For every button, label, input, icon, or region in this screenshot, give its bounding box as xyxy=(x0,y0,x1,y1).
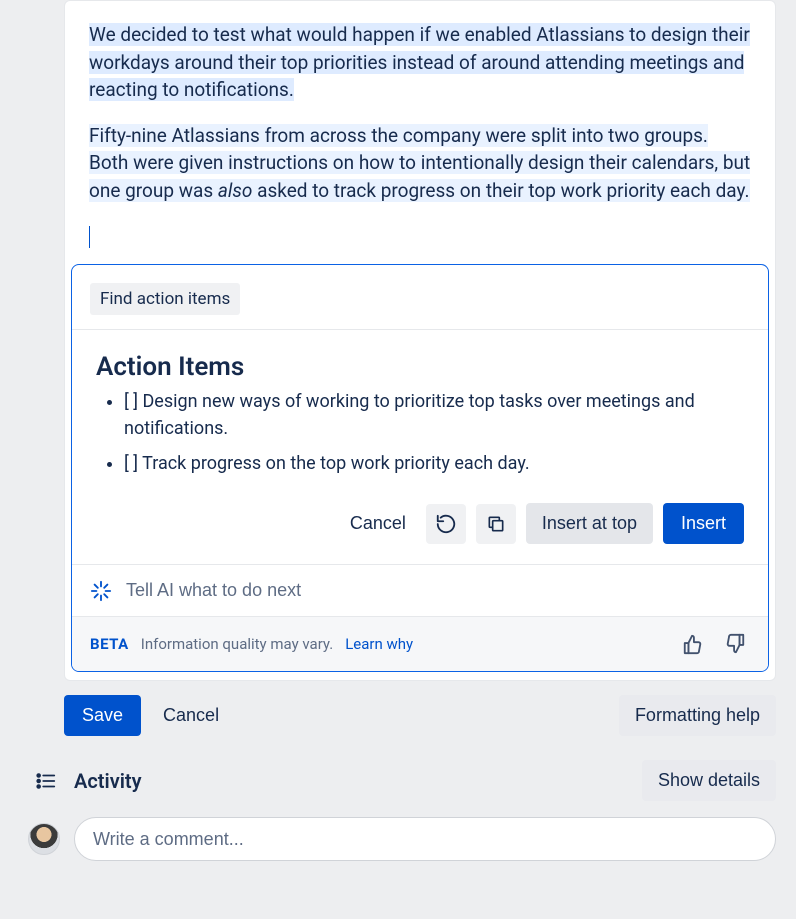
comment-input[interactable] xyxy=(74,817,776,861)
text-cursor xyxy=(89,226,90,248)
comment-composer xyxy=(20,817,776,861)
ai-panel: Find action items Action Items [ ] Desig… xyxy=(71,264,769,672)
highlighted-text[interactable]: asked to track progress on their top wor… xyxy=(252,179,749,202)
ai-result-body: Action Items [ ] Design new ways of work… xyxy=(72,330,768,565)
highlighted-text[interactable]: We decided to test what would happen if … xyxy=(89,23,750,101)
highlighted-text-emphasis[interactable]: also xyxy=(218,179,253,202)
editor-card: We decided to test what would happen if … xyxy=(64,0,776,681)
ai-actions-bar: Cancel xyxy=(96,495,744,544)
atlassian-ai-icon xyxy=(90,580,112,602)
action-item: [ ] Design new ways of working to priori… xyxy=(124,388,744,442)
avatar xyxy=(28,823,60,855)
cancel-button[interactable]: Cancel xyxy=(340,505,416,542)
save-button[interactable]: Save xyxy=(64,695,141,736)
document-body[interactable]: We decided to test what would happen if … xyxy=(65,21,775,248)
ai-prompt-row xyxy=(72,565,768,617)
document-paragraph[interactable]: Fifty-nine Atlassians from across the co… xyxy=(89,122,751,205)
document-paragraph[interactable]: We decided to test what would happen if … xyxy=(89,21,751,104)
formatting-help-button[interactable]: Formatting help xyxy=(619,695,776,736)
insert-button[interactable]: Insert xyxy=(663,503,744,544)
ai-panel-header: Find action items xyxy=(72,265,768,330)
retry-icon xyxy=(435,513,457,535)
show-details-button[interactable]: Show details xyxy=(642,760,776,801)
action-item: [ ] Track progress on the top work prior… xyxy=(124,450,744,477)
thumbs-up-icon xyxy=(682,633,704,655)
beta-badge: BETA xyxy=(90,635,129,653)
thumbs-down-icon xyxy=(724,633,746,655)
ai-footer: BETA Information quality may vary. Learn… xyxy=(72,617,768,671)
activity-title: Activity xyxy=(74,769,628,793)
copy-button[interactable] xyxy=(476,504,516,544)
action-items-list: [ ] Design new ways of working to priori… xyxy=(96,388,744,477)
insert-at-top-button[interactable]: Insert at top xyxy=(526,503,653,544)
learn-why-link[interactable]: Learn why xyxy=(345,635,413,653)
ai-prompt-input[interactable] xyxy=(124,579,750,602)
cancel-button[interactable]: Cancel xyxy=(157,697,225,734)
copy-icon xyxy=(486,514,506,534)
retry-button[interactable] xyxy=(426,504,466,544)
activity-header: Activity Show details xyxy=(20,760,776,801)
ai-disclaimer-text: Information quality may vary. xyxy=(141,635,333,653)
editor-actions-bar: Save Cancel Formatting help xyxy=(64,695,776,736)
ai-result-title: Action Items xyxy=(96,352,744,382)
feedback-negative-button[interactable] xyxy=(720,629,750,659)
ai-action-chip[interactable]: Find action items xyxy=(90,283,240,315)
feedback-positive-button[interactable] xyxy=(678,629,708,659)
activity-icon xyxy=(32,770,60,792)
